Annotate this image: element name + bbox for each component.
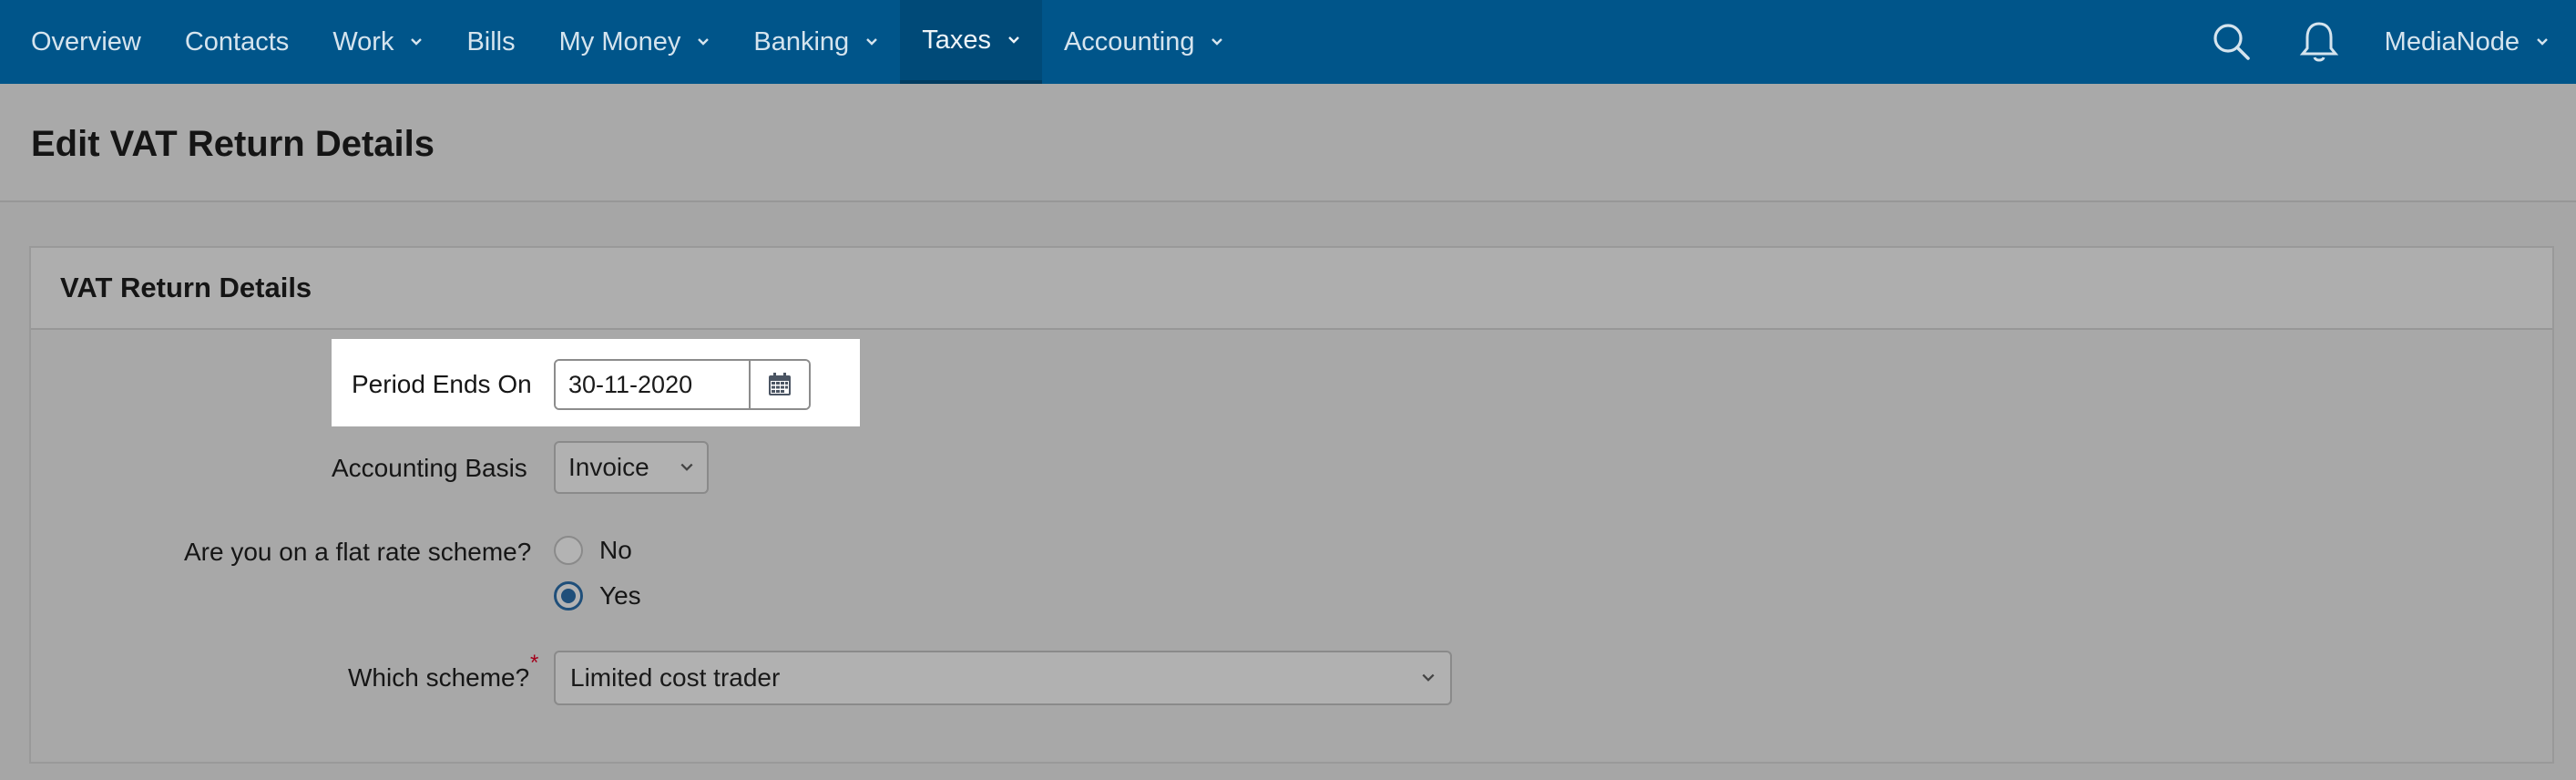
period-ends-input[interactable]: [556, 361, 749, 408]
account-name: MediaNode: [2384, 26, 2520, 56]
page-title: Edit VAT Return Details: [31, 124, 435, 164]
nav-item-label: Overview: [31, 26, 141, 56]
search-icon: [2213, 24, 2250, 60]
which-scheme-label: Which scheme?: [348, 663, 530, 692]
chevron-down-icon: [698, 38, 710, 46]
chevron-down-icon: [866, 38, 878, 46]
flat-rate-label: Are you on a flat rate scheme?: [184, 538, 532, 566]
nav-item-label: Accounting: [1063, 26, 1195, 56]
period-ends-field: [554, 359, 811, 410]
radio-no-label: No: [599, 536, 632, 564]
nav-item-contacts[interactable]: Contacts: [163, 0, 311, 84]
nav-item-label: Banking: [753, 26, 850, 56]
nav-item-my-money[interactable]: My Money: [537, 0, 732, 84]
vat-details-panel: VAT Return Details Period Ends On Accoun…: [29, 246, 2554, 764]
chevron-down-icon: [1008, 36, 1019, 44]
flat-rate-yes-option[interactable]: Yes: [554, 581, 641, 611]
calendar-icon: [769, 373, 791, 395]
radio-selected-dot: [561, 589, 576, 603]
calendar-button[interactable]: [749, 361, 809, 408]
account-menu[interactable]: MediaNode: [2385, 27, 2549, 57]
search-button[interactable]: [2204, 15, 2259, 69]
accounting-basis-value: Invoice: [568, 453, 649, 481]
panel-header: VAT Return Details: [31, 248, 2552, 330]
radio-yes[interactable]: [554, 581, 583, 611]
top-nav: Overview Contacts Work Bills My Money Ba…: [0, 0, 2576, 84]
notifications-button[interactable]: [2292, 15, 2346, 69]
nav-item-taxes[interactable]: Taxes: [900, 0, 1042, 84]
bell-icon: [2299, 22, 2338, 62]
accounting-basis-select[interactable]: Invoice: [554, 441, 709, 494]
nav-item-banking[interactable]: Banking: [731, 0, 900, 84]
nav-item-label: Taxes: [922, 25, 991, 55]
nav-menu: Overview Contacts Work Bills My Money Ba…: [0, 0, 1245, 84]
flat-rate-no-option[interactable]: No: [554, 536, 632, 565]
nav-item-overview[interactable]: Overview: [9, 0, 163, 84]
nav-item-work[interactable]: Work: [311, 0, 445, 84]
nav-item-accounting[interactable]: Accounting: [1042, 0, 1246, 84]
nav-actions: MediaNode: [2188, 0, 2576, 84]
chevron-down-icon: [680, 463, 693, 471]
nav-item-bills[interactable]: Bills: [445, 0, 537, 84]
scheme-select[interactable]: Limited cost trader: [554, 651, 1452, 705]
nav-item-label: Contacts: [184, 26, 290, 56]
nav-item-label: My Money: [558, 26, 681, 56]
chevron-down-icon: [411, 38, 423, 46]
accounting-basis-label: Accounting Basis: [332, 454, 527, 482]
chevron-down-icon: [1211, 38, 1223, 46]
required-indicator: *: [530, 651, 539, 675]
chevron-down-icon: [1422, 673, 1435, 682]
scheme-value: Limited cost trader: [570, 663, 781, 692]
panel-title: VAT Return Details: [60, 272, 312, 303]
page-header: Edit VAT Return Details: [0, 84, 2576, 202]
nav-item-label: Bills: [466, 26, 516, 56]
chevron-down-icon: [2537, 38, 2548, 46]
period-ends-label: Period Ends On: [352, 370, 532, 398]
radio-yes-label: Yes: [599, 581, 641, 610]
nav-item-label: Work: [332, 26, 394, 56]
radio-no[interactable]: [554, 536, 583, 565]
